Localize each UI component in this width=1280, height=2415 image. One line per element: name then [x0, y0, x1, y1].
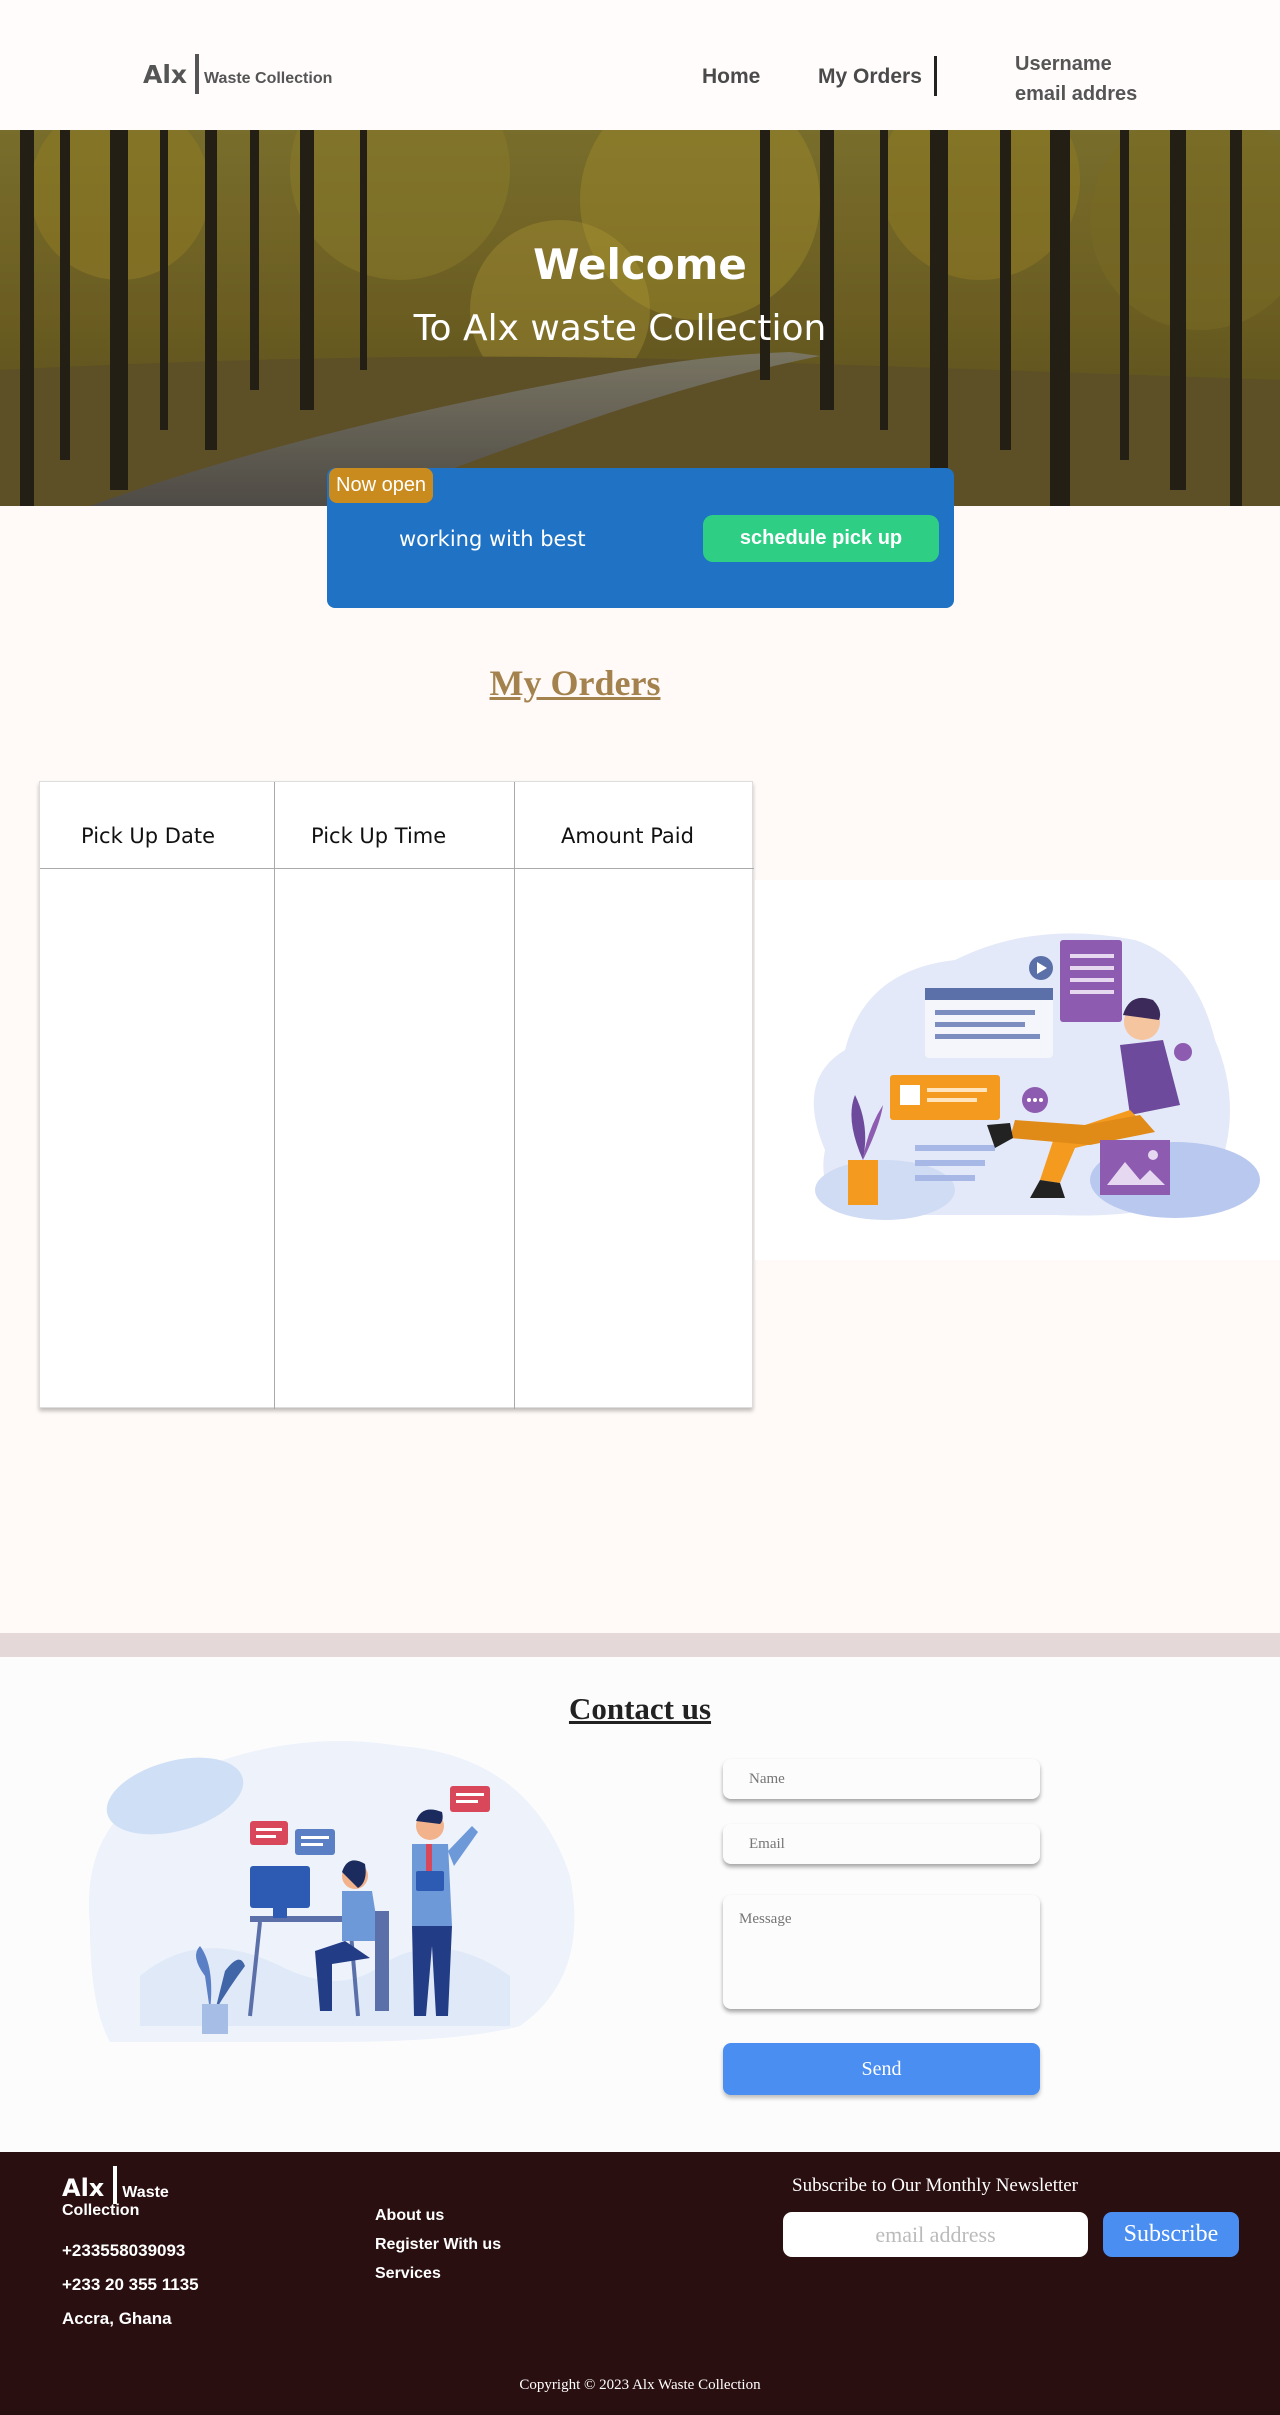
nav-home-link[interactable]: Home — [702, 65, 760, 89]
footer-link-register[interactable]: Register With us — [375, 2236, 501, 2254]
column-header-pickup-time: Pick Up Time — [311, 824, 447, 848]
table-column-divider — [274, 782, 275, 1409]
newsletter-label: Subscribe to Our Monthly Newsletter — [792, 2175, 1079, 2196]
hero-title: Welcome — [533, 240, 747, 289]
send-button[interactable]: Send — [723, 2043, 1040, 2095]
contact-title: Contact us — [568, 1691, 712, 1726]
email-field[interactable] — [723, 1824, 1040, 1864]
column-header-amount-paid: Amount Paid — [561, 824, 694, 848]
copyright-text: Copyright © 2023 Alx Waste Collection — [519, 2377, 761, 2393]
footer-link-about-us[interactable]: About us — [375, 2207, 444, 2225]
site-footer: Alx Waste Collection +233558039093 +233 … — [0, 2152, 1280, 2415]
promo-text: working with best — [399, 527, 586, 551]
user-email: email addres — [1015, 83, 1138, 105]
subscribe-button[interactable]: Subscribe — [1103, 2212, 1239, 2257]
footer-logo[interactable]: Alx Waste — [62, 2166, 169, 2204]
schedule-pickup-button[interactable]: schedule pick up — [703, 515, 939, 562]
footer-phone-1: +233558039093 — [62, 2241, 186, 2260]
hero-banner: Welcome To Alx waste Collection — [0, 130, 1280, 506]
table-header-divider — [40, 868, 754, 869]
promo-card: Now open working with best schedule pick… — [327, 468, 954, 608]
footer-logo-sub-text-2: Collection — [62, 2202, 140, 2219]
logo-sub-text: Waste Collection — [204, 70, 333, 87]
site-header: Alx Waste Collection Home My Orders User… — [0, 0, 1280, 130]
orders-illustration — [755, 880, 1280, 1260]
logo-divider — [195, 54, 200, 94]
footer-logo-divider — [113, 2166, 118, 2204]
logo-main-text: Alx — [143, 59, 188, 89]
orders-table: Pick Up Date Pick Up Time Amount Paid — [39, 781, 754, 1409]
contact-illustration — [88, 1741, 575, 2042]
nav-divider — [934, 56, 937, 96]
nav-my-orders-link[interactable]: My Orders — [818, 65, 922, 89]
now-open-badge: Now open — [329, 468, 434, 503]
site-logo[interactable]: Alx Waste Collection — [143, 54, 332, 94]
newsletter-email-input[interactable] — [783, 2212, 1088, 2257]
message-field[interactable] — [723, 1895, 1040, 2009]
footer-logo-main-text: Alx — [62, 2174, 105, 2202]
contact-section: Contact us Se — [0, 1657, 1280, 2152]
footer-phone-2: +233 20 355 1135 — [62, 2275, 199, 2294]
footer-logo-sub-text: Waste — [122, 2184, 169, 2201]
user-name: Username — [1015, 53, 1112, 75]
section-separator — [0, 1633, 1280, 1657]
footer-address: Accra, Ghana — [62, 2309, 172, 2328]
table-column-divider — [514, 782, 515, 1409]
name-field[interactable] — [723, 1759, 1040, 1799]
footer-link-services[interactable]: Services — [375, 2265, 441, 2283]
orders-title: My Orders — [489, 663, 661, 703]
column-header-pickup-date: Pick Up Date — [81, 824, 215, 848]
hero-subtitle: To Alx waste Collection — [413, 308, 827, 349]
